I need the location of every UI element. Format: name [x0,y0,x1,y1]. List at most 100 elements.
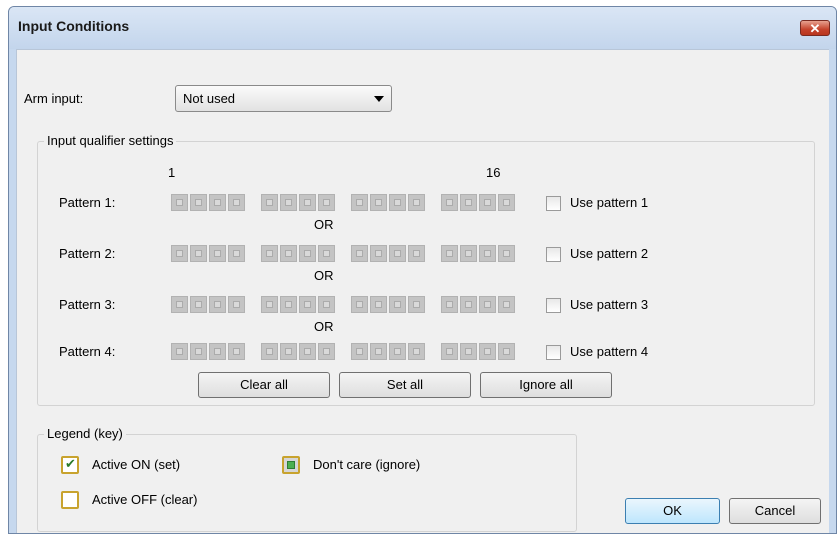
pattern-bit-12[interactable] [408,194,425,211]
pattern-bit-15[interactable] [479,194,496,211]
pattern-label: Pattern 2: [59,246,116,261]
pattern-bit-14[interactable] [460,245,477,262]
pattern-row: Pattern 4: Use pattern 4 [38,342,648,362]
pattern-bit-4[interactable] [228,194,245,211]
pattern-bit-13[interactable] [441,296,458,313]
close-button[interactable]: ✕ [800,20,830,36]
pattern-bit-5[interactable] [261,194,278,211]
pattern-bit-6[interactable] [280,245,297,262]
pattern-bit-6[interactable] [280,194,297,211]
pattern-bit-2[interactable] [190,194,207,211]
pattern-bit-12[interactable] [408,296,425,313]
pattern-bit-5[interactable] [261,296,278,313]
legend-group: Legend (key) Active ON (set) Don't care … [37,426,577,532]
pattern-bit-16[interactable] [498,194,515,211]
pattern-bit-10[interactable] [370,343,387,360]
pattern-bit-12[interactable] [408,245,425,262]
use-pattern-label: Use pattern 2 [570,246,649,261]
use-pattern-2-checkbox[interactable] [546,247,561,262]
pattern-bit-8[interactable] [318,343,335,360]
set-all-button[interactable]: Set all [339,372,471,398]
pattern-bit-9[interactable] [351,245,368,262]
pattern-bit-10[interactable] [370,245,387,262]
active-off-label: Active OFF (clear) [92,492,198,507]
pattern-bit-13[interactable] [441,245,458,262]
pattern-bit-1[interactable] [171,343,188,360]
clear-all-button[interactable]: Clear all [198,372,330,398]
pattern-bit-4[interactable] [228,296,245,313]
pattern-bit-10[interactable] [370,194,387,211]
legend-title: Legend (key) [44,426,126,441]
pattern-bit-3[interactable] [209,194,226,211]
pattern-bit-15[interactable] [479,343,496,360]
pattern-bit-13[interactable] [441,343,458,360]
pattern-bit-16[interactable] [498,245,515,262]
pattern-bit-7[interactable] [299,343,316,360]
pattern-bit-14[interactable] [460,296,477,313]
pattern-bit-2[interactable] [190,245,207,262]
pattern-bit-14[interactable] [460,194,477,211]
ok-button[interactable]: OK [625,498,720,524]
pattern-bit-10[interactable] [370,296,387,313]
input-conditions-dialog: Input Conditions ✕ Arm input: Not used I… [8,6,837,534]
pattern-bit-9[interactable] [351,296,368,313]
use-pattern-1-checkbox[interactable] [546,196,561,211]
use-pattern-4-checkbox[interactable] [546,345,561,360]
use-pattern-label: Use pattern 3 [570,297,649,312]
use-pattern-3-checkbox[interactable] [546,298,561,313]
pattern-bit-13[interactable] [441,194,458,211]
pattern-bit-3[interactable] [209,245,226,262]
pattern-bit-2[interactable] [190,296,207,313]
title-bar[interactable]: Input Conditions ✕ [9,7,836,49]
arm-input-select[interactable]: Not used [175,85,392,112]
window-title: Input Conditions [18,18,130,34]
chevron-down-icon [374,96,384,102]
pattern-label: Pattern 4: [59,344,116,359]
pattern-bit-15[interactable] [479,296,496,313]
pattern-bit-16[interactable] [498,343,515,360]
pattern-bit-5[interactable] [261,245,278,262]
dont-care-label: Don't care (ignore) [313,457,421,472]
pattern-bit-4[interactable] [228,245,245,262]
pattern-bit-6[interactable] [280,296,297,313]
pattern-bit-8[interactable] [318,194,335,211]
or-separator: OR [314,217,334,232]
pattern-bit-11[interactable] [389,194,406,211]
pattern-bit-8[interactable] [318,296,335,313]
pattern-bit-11[interactable] [389,343,406,360]
use-pattern-label: Use pattern 4 [570,344,649,359]
pattern-label: Pattern 3: [59,297,116,312]
input-qualifier-group: Input qualifier settings 1 16 Pattern 1:… [37,133,815,406]
pattern-bit-14[interactable] [460,343,477,360]
pattern-bit-1[interactable] [171,194,188,211]
pattern-bit-2[interactable] [190,343,207,360]
pattern-bits [171,342,521,362]
pattern-bit-9[interactable] [351,343,368,360]
ignore-all-button[interactable]: Ignore all [480,372,612,398]
pattern-bit-6[interactable] [280,343,297,360]
cancel-button[interactable]: Cancel [729,498,821,524]
pattern-bit-1[interactable] [171,296,188,313]
arm-input-label: Arm input: [24,91,84,106]
pattern-bit-16[interactable] [498,296,515,313]
pattern-bit-1[interactable] [171,245,188,262]
pattern-bit-7[interactable] [299,296,316,313]
pattern-bit-8[interactable] [318,245,335,262]
dont-care-legend-icon [282,456,300,474]
pattern-bit-7[interactable] [299,245,316,262]
pattern-bit-15[interactable] [479,245,496,262]
pattern-bit-5[interactable] [261,343,278,360]
active-off-legend-icon [61,491,79,509]
pattern-bit-12[interactable] [408,343,425,360]
pattern-bit-11[interactable] [389,296,406,313]
pattern-bit-9[interactable] [351,194,368,211]
pattern-bit-3[interactable] [209,296,226,313]
pattern-bit-7[interactable] [299,194,316,211]
arm-input-value: Not used [183,91,236,106]
active-on-legend-icon [61,456,79,474]
pattern-row: Pattern 3: Use pattern 3 [38,295,648,315]
pattern-bit-4[interactable] [228,343,245,360]
pattern-row: Pattern 2: Use pattern 2 [38,244,648,264]
pattern-bit-11[interactable] [389,245,406,262]
pattern-bit-3[interactable] [209,343,226,360]
